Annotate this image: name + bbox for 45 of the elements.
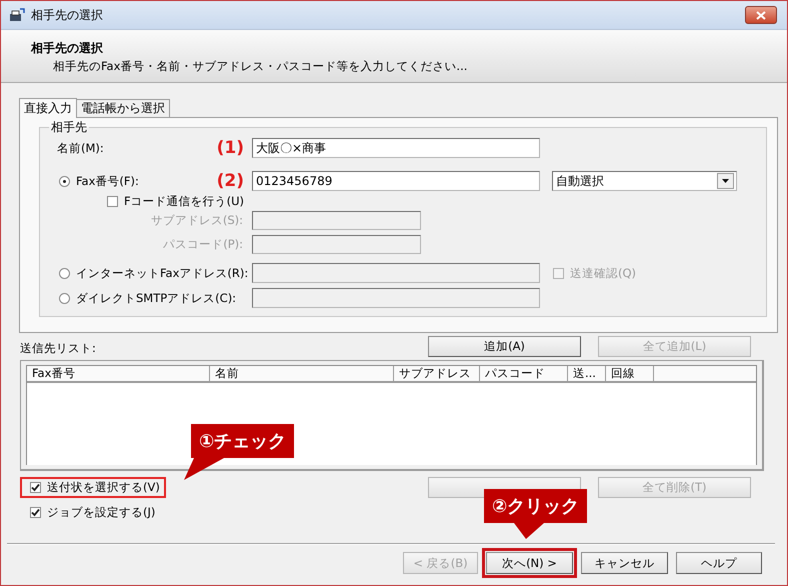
field-label: サブアドレス(S):	[150, 213, 243, 228]
column-header[interactable]: 名前	[210, 366, 394, 381]
push-button: 全て追加(L)	[598, 336, 751, 357]
step-number: (2)	[216, 171, 244, 191]
push-button[interactable]: 追加(A)	[428, 336, 581, 357]
column-header[interactable]: パスコード	[480, 366, 568, 381]
column-header[interactable]: Fax番号	[27, 366, 210, 381]
column-header[interactable]: サブアドレス	[394, 366, 480, 381]
input-field[interactable]: 大阪〇×商事	[252, 138, 540, 158]
close-icon	[756, 10, 766, 20]
checkbox-label: 送達確認(Q)	[570, 266, 636, 280]
field-label: 名前(M):	[57, 140, 104, 156]
checkbox-label: Fコード通信を行う(U)	[124, 194, 244, 209]
checkbox-label: 送付状を選択する(V)	[47, 480, 160, 495]
push-button: < 戻る(B)	[403, 552, 478, 574]
tab[interactable]: 電話帳から選択	[76, 99, 170, 117]
field-label: インターネットFaxアドレス(R):	[76, 266, 248, 280]
checkbox[interactable]	[107, 196, 118, 207]
dropdown[interactable]: 自動選択	[552, 171, 737, 191]
column-header[interactable]: 送...	[568, 366, 606, 381]
callout-pointer	[184, 458, 224, 480]
group-title: 相手先	[50, 119, 88, 136]
window-title: 相手先の選択	[31, 6, 103, 24]
field-label: パスコード(P):	[163, 237, 243, 252]
push-button: 全て削除(T)	[598, 477, 751, 498]
checkbox[interactable]	[30, 482, 41, 493]
close-button[interactable]	[745, 6, 777, 24]
checkbox[interactable]	[30, 507, 41, 518]
field-label: ダイレクトSMTPアドレス(C):	[76, 290, 236, 306]
push-button[interactable]: キャンセル	[581, 552, 668, 574]
push-button[interactable]: ヘルプ	[676, 552, 762, 574]
radio-button[interactable]	[59, 176, 70, 186]
checkbox-label: ジョブを設定する(J)	[47, 505, 156, 520]
column-header[interactable]: 回線	[606, 366, 654, 381]
tab[interactable]: 直接入力	[19, 98, 77, 118]
push-button[interactable]: 次へ(N) >	[486, 552, 573, 574]
input-field[interactable]: 0123456789	[252, 171, 540, 191]
list-label: 送信先リスト:	[20, 341, 97, 357]
dropdown-arrow-icon	[722, 179, 729, 183]
field-label: Fax番号(F):	[76, 174, 139, 188]
step-number: (1)	[216, 138, 244, 158]
fax-machine-icon	[9, 8, 25, 22]
page-heading: 相手先の選択	[31, 40, 104, 57]
instruction-text: 相手先のFax番号・名前・サブアドレス・パスコード等を入力してください...	[52, 59, 468, 74]
callout-pointer	[514, 523, 544, 539]
